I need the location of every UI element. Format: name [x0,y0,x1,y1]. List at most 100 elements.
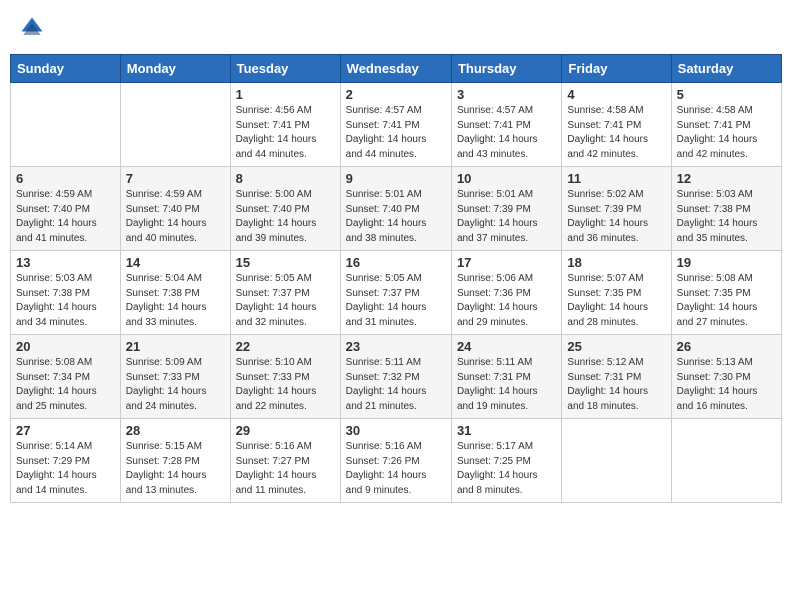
day-cell: 1Sunrise: 4:56 AM Sunset: 7:41 PM Daylig… [230,83,340,167]
day-cell: 5 Sunrise: 4:58 AM Sunset: 7:41 PM Daylig… [671,83,781,167]
day-number: 30 [346,423,446,438]
weekday-header-tuesday: Tuesday [230,55,340,83]
day-cell: 6Sunrise: 4:59 AM Sunset: 7:40 PM Daylig… [11,167,121,251]
day-number: 20 [16,339,115,354]
day-cell: 16 Sunrise: 5:05 AM Sunset: 7:37 PM Dayli… [340,251,451,335]
day-number: 18 [567,255,665,270]
day-number: 12 [677,171,776,186]
day-number: 15 [236,255,335,270]
logo [18,14,50,42]
day-number: 2 [346,87,446,102]
day-cell: 14 Sunrise: 5:04 AM Sunset: 7:38 PM Dayli… [120,251,230,335]
week-row-2: 6 Sunrise: 4:59 AM Sunset: 7:40 PM Daylig… [11,167,782,251]
day-cell: 31 Sunrise: 5:17 AM Sunset: 7:25 PM Dayli… [451,419,561,503]
day-info: Sunrise: 5:04 AM Sunset: 7:38 PM Dayligh… [126,272,225,330]
calendar-table: SundayMondayTuesdayWednesdayThursdayFrid… [10,54,782,503]
day-cell [671,419,781,503]
day-info: Sunrise: 5:00 AM Sunset: 7:40 PM Dayligh… [236,188,335,246]
week-row-3: 13Sunrise: 5:03 AM Sunset: 7:38 PM Dayli… [11,251,782,335]
day-cell: 30 Sunrise: 5:16 AM Sunset: 7:26 PM Dayli… [340,419,451,503]
day-info: Sunrise: 5:16 AM Sunset: 7:26 PM Dayligh… [346,440,446,498]
day-cell: 25Sunrise: 5:12 AM Sunset: 7:31 PM Dayli… [562,335,671,419]
day-info: Sunrise: 5:14 AM Sunset: 7:29 PM Dayligh… [16,440,115,498]
day-info: Sunrise: 5:05 AM Sunset: 7:37 PM Dayligh… [346,272,446,330]
logo-icon [18,14,46,42]
day-info: Sunrise: 5:10 AM Sunset: 7:33 PM Dayligh… [236,356,335,414]
day-number: 21 [126,339,225,354]
day-number: 28 [126,423,225,438]
day-cell: 18 Sunrise: 5:07 AM Sunset: 7:35 PM Dayli… [562,251,671,335]
day-info: Sunrise: 5:08 AM Sunset: 7:35 PM Dayligh… [677,272,776,330]
day-number: 26 [677,339,776,354]
day-cell: 28 Sunrise: 5:15 AM Sunset: 7:28 PM Dayli… [120,419,230,503]
day-info: Sunrise: 5:11 AM Sunset: 7:31 PM Dayligh… [457,356,556,414]
weekday-header-saturday: Saturday [671,55,781,83]
day-cell: 8 Sunrise: 5:00 AM Sunset: 7:40 PM Daylig… [230,167,340,251]
day-info: Sunrise: 5:02 AM Sunset: 7:39 PM Dayligh… [567,188,665,246]
day-number: 29 [236,423,335,438]
day-cell: 26 Sunrise: 5:13 AM Sunset: 7:30 PM Dayli… [671,335,781,419]
day-cell: 22 Sunrise: 5:10 AM Sunset: 7:33 PM Dayli… [230,335,340,419]
day-cell: 2 Sunrise: 4:57 AM Sunset: 7:41 PM Daylig… [340,83,451,167]
day-number: 6 [16,171,115,186]
day-info: Sunrise: 5:09 AM Sunset: 7:33 PM Dayligh… [126,356,225,414]
day-cell: 10 Sunrise: 5:01 AM Sunset: 7:39 PM Dayli… [451,167,561,251]
day-number: 24 [457,339,556,354]
day-info: Sunrise: 5:15 AM Sunset: 7:28 PM Dayligh… [126,440,225,498]
day-cell: 23 Sunrise: 5:11 AM Sunset: 7:32 PM Dayli… [340,335,451,419]
day-number: 16 [346,255,446,270]
weekday-header-thursday: Thursday [451,55,561,83]
day-number: 7 [126,171,225,186]
day-info: Sunrise: 5:01 AM Sunset: 7:40 PM Dayligh… [346,188,446,246]
day-info: Sunrise: 4:57 AM Sunset: 7:41 PM Dayligh… [457,104,556,162]
week-row-1: 1Sunrise: 4:56 AM Sunset: 7:41 PM Daylig… [11,83,782,167]
day-info: Sunrise: 5:17 AM Sunset: 7:25 PM Dayligh… [457,440,556,498]
day-number: 9 [346,171,446,186]
day-number: 10 [457,171,556,186]
day-cell [120,83,230,167]
day-number: 31 [457,423,556,438]
day-number: 3 [457,87,556,102]
day-info: Sunrise: 5:03 AM Sunset: 7:38 PM Dayligh… [16,272,115,330]
weekday-header-friday: Friday [562,55,671,83]
day-number: 8 [236,171,335,186]
day-number: 5 [677,87,776,102]
week-row-5: 27Sunrise: 5:14 AM Sunset: 7:29 PM Dayli… [11,419,782,503]
day-info: Sunrise: 4:57 AM Sunset: 7:41 PM Dayligh… [346,104,446,162]
day-cell: 4 Sunrise: 4:58 AM Sunset: 7:41 PM Daylig… [562,83,671,167]
day-info: Sunrise: 5:01 AM Sunset: 7:39 PM Dayligh… [457,188,556,246]
day-number: 1 [236,87,335,102]
day-info: Sunrise: 4:58 AM Sunset: 7:41 PM Dayligh… [567,104,665,162]
day-cell [562,419,671,503]
day-cell: 21 Sunrise: 5:09 AM Sunset: 7:33 PM Dayli… [120,335,230,419]
day-info: Sunrise: 5:13 AM Sunset: 7:30 PM Dayligh… [677,356,776,414]
weekday-header-wednesday: Wednesday [340,55,451,83]
day-info: Sunrise: 5:05 AM Sunset: 7:37 PM Dayligh… [236,272,335,330]
day-info: Sunrise: 5:07 AM Sunset: 7:35 PM Dayligh… [567,272,665,330]
page-header [10,10,782,46]
day-info: Sunrise: 4:58 AM Sunset: 7:41 PM Dayligh… [677,104,776,162]
day-info: Sunrise: 5:03 AM Sunset: 7:38 PM Dayligh… [677,188,776,246]
day-cell [11,83,121,167]
day-info: Sunrise: 5:11 AM Sunset: 7:32 PM Dayligh… [346,356,446,414]
day-info: Sunrise: 5:16 AM Sunset: 7:27 PM Dayligh… [236,440,335,498]
day-cell: 13Sunrise: 5:03 AM Sunset: 7:38 PM Dayli… [11,251,121,335]
day-number: 19 [677,255,776,270]
day-info: Sunrise: 4:59 AM Sunset: 7:40 PM Dayligh… [126,188,225,246]
day-cell: 12 Sunrise: 5:03 AM Sunset: 7:38 PM Dayli… [671,167,781,251]
day-number: 14 [126,255,225,270]
day-number: 25 [567,339,665,354]
weekday-header-sunday: Sunday [11,55,121,83]
day-cell: 27Sunrise: 5:14 AM Sunset: 7:29 PM Dayli… [11,419,121,503]
day-cell: 7 Sunrise: 4:59 AM Sunset: 7:40 PM Daylig… [120,167,230,251]
day-cell: 20 Sunrise: 5:08 AM Sunset: 7:34 PM Dayli… [11,335,121,419]
weekday-header-monday: Monday [120,55,230,83]
day-number: 23 [346,339,446,354]
day-number: 4 [567,87,665,102]
day-info: Sunrise: 5:08 AM Sunset: 7:34 PM Dayligh… [16,356,115,414]
weekday-header-row: SundayMondayTuesdayWednesdayThursdayFrid… [11,55,782,83]
day-cell: 3 Sunrise: 4:57 AM Sunset: 7:41 PM Daylig… [451,83,561,167]
day-info: Sunrise: 5:06 AM Sunset: 7:36 PM Dayligh… [457,272,556,330]
day-number: 22 [236,339,335,354]
week-row-4: 20 Sunrise: 5:08 AM Sunset: 7:34 PM Dayli… [11,335,782,419]
